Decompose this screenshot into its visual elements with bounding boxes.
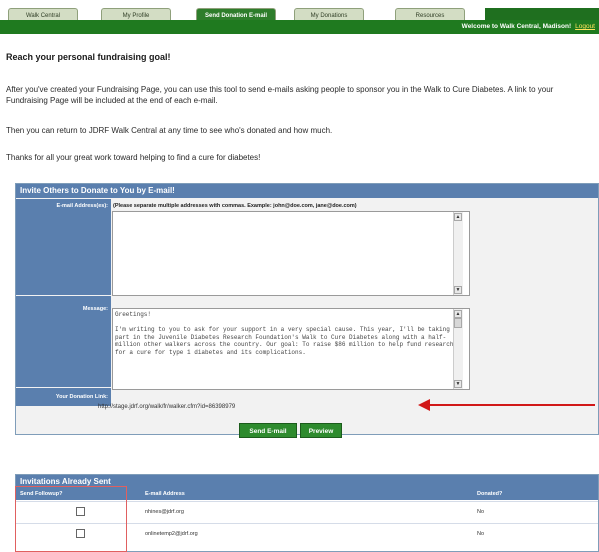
donation-link-label: Your Donation Link: <box>16 388 111 406</box>
email-label: E-mail Address(es): <box>16 199 111 295</box>
email-hint: (Please separate multiple addresses with… <box>113 203 357 209</box>
row-donated: No <box>477 509 485 515</box>
message-label: Message: <box>16 296 111 387</box>
scroll-thumb[interactable] <box>454 318 462 328</box>
scroll-down-icon[interactable]: ▼ <box>454 380 462 388</box>
followup-highlight-box <box>15 486 127 552</box>
welcome-bar: Welcome to Walk Central, Madison! Logout <box>0 20 599 34</box>
donation-link-value: http://stage.jdrf.org/walk/fr/walker.cfm… <box>98 404 236 410</box>
welcome-text: Welcome to Walk Central, Madison! <box>461 23 572 30</box>
page-heading: Reach your personal fundraising goal! <box>6 52 171 62</box>
col-donated: Donated? <box>477 491 503 497</box>
email-scrollbar[interactable]: ▲ ▼ <box>453 212 463 295</box>
send-email-button[interactable]: Send E-mail <box>239 423 297 438</box>
email-textarea[interactable] <box>112 211 470 296</box>
intro-paragraph: After you've created your Fundraising Pa… <box>6 85 554 105</box>
message-textarea[interactable]: Greetings! I'm writing to you to ask for… <box>112 308 470 390</box>
message-scrollbar[interactable]: ▲ ▼ <box>453 309 463 389</box>
row-donated: No <box>477 531 485 537</box>
row-email: onlinetemp2@jdrf.org <box>145 531 198 537</box>
row-email: nhines@jdrf.org <box>145 509 184 515</box>
tab-bar: Walk Central My Profile Send Donation E-… <box>0 0 599 22</box>
col-email-address: E-mail Address <box>145 491 185 497</box>
logout-link[interactable]: Logout <box>575 23 595 30</box>
return-paragraph: Then you can return to JDRF Walk Central… <box>6 126 333 135</box>
thanks-paragraph: Thanks for all your great work toward he… <box>6 153 261 162</box>
scroll-down-icon[interactable]: ▼ <box>454 286 462 294</box>
scroll-up-icon[interactable]: ▲ <box>454 213 462 221</box>
annotation-arrow <box>425 404 595 406</box>
scroll-up-icon[interactable]: ▲ <box>454 310 462 318</box>
preview-button[interactable]: Preview <box>300 423 342 438</box>
invite-panel-title: Invite Others to Donate to You by E-mail… <box>16 184 598 198</box>
